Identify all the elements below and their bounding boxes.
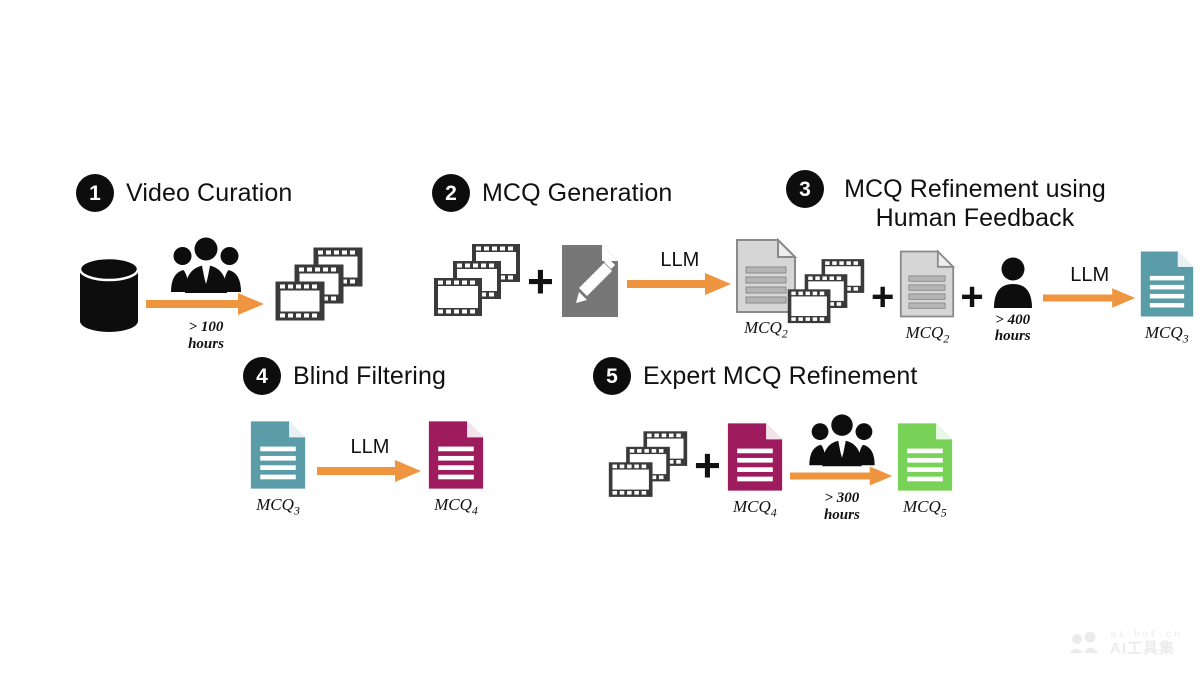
step-2-arrow-block: LLM: [626, 248, 733, 296]
step-2-llm-label: LLM: [660, 248, 700, 271]
step-4-output-sub: 4: [471, 503, 478, 518]
step-5-input-doc-sub: 4: [770, 505, 777, 520]
step-4-input-caption: MCQ3: [256, 495, 300, 518]
document-icon: [428, 421, 484, 489]
step-4-llm-label: LLM: [350, 435, 390, 458]
step-4-input-sub: 3: [293, 503, 300, 518]
step-4: 4 Blind Filtering MCQ3 LLM MCQ4: [243, 357, 485, 518]
step-5-arrow-block: > 300 hours: [789, 413, 894, 523]
step-5-flow: + MCQ4 > 300 hours MCQ5: [607, 413, 954, 529]
step-5-badge: 5: [593, 357, 631, 395]
step-1-badge: 1: [76, 174, 114, 212]
step-1-arrow-icon: [146, 293, 264, 315]
step-2: 2 MCQ Generation + LLM MCQ2: [432, 174, 797, 340]
people-group-icon: [809, 414, 875, 467]
step-3-arrow-block: LLM: [1042, 264, 1137, 309]
step-1-film-wrap: [274, 246, 364, 324]
step-3: 3 MCQ Refinement using Human Feedback + …: [786, 170, 1195, 346]
step-5-plus-1: +: [694, 439, 721, 491]
step-3-arrow-icon: [1042, 288, 1135, 308]
step-1-flow: > 100 hours: [76, 236, 364, 352]
watermark-logo-icon: [1069, 631, 1098, 654]
step-2-header: 2 MCQ Generation: [432, 174, 797, 212]
step-4-output-label: MCQ: [434, 495, 472, 514]
step-3-input-doc-sub: 2: [943, 330, 950, 345]
document-icon: [1140, 250, 1193, 317]
film-strips-icon: [608, 431, 688, 497]
step-5-input-doc-caption: MCQ4: [733, 497, 777, 520]
step-2-output-label: MCQ: [743, 318, 782, 337]
step-2-plus-1: +: [527, 254, 554, 307]
step-3-llm-label: LLM: [1070, 264, 1110, 287]
document-icon: [727, 423, 783, 491]
step-3-header: 3 MCQ Refinement using Human Feedback: [786, 170, 1195, 233]
film-strips-icon: [787, 259, 865, 324]
step-5-output-label: MCQ: [902, 497, 941, 517]
step-5-title: Expert MCQ Refinement: [643, 362, 918, 390]
film-strips-icon: [434, 243, 520, 316]
step-5-output-sub: 5: [940, 505, 947, 520]
step-4-input-wrap: MCQ3: [249, 419, 307, 518]
step-2-arrow-icon: [626, 272, 731, 295]
step-4-arrow-block: LLM: [317, 437, 423, 483]
step-5-film-wrap: [607, 429, 689, 501]
prompt-document-pencil-icon: [561, 244, 618, 317]
step-4-arrow-icon: [317, 459, 421, 482]
step-3-film-wrap: [786, 257, 866, 327]
step-2-badge: 2: [432, 174, 470, 212]
step-3-output-label: MCQ: [1144, 322, 1183, 342]
step-3-input-doc-wrap: MCQ2: [899, 248, 956, 346]
step-3-flow: + MCQ2 + > 400 hours LLM MCQ3: [786, 248, 1195, 346]
watermark-text: ai-bot.cn AI工具集: [1110, 630, 1182, 658]
film-strips-icon: [275, 247, 363, 321]
step-5-input-doc-wrap: MCQ4: [726, 421, 784, 520]
step-4-title: Blind Filtering: [293, 362, 446, 390]
step-2-output-caption: MCQ2: [744, 318, 788, 341]
step-4-header: 4 Blind Filtering: [243, 357, 485, 395]
watermark-domain: ai-bot.cn: [1109, 629, 1182, 641]
watermark: ai-bot.cn AI工具集: [1068, 630, 1182, 658]
step-1-hours-label: > 100 hours: [188, 319, 224, 352]
step-5: 5 Expert MCQ Refinement + MCQ4 > 300 hou…: [593, 357, 954, 529]
step-4-flow: MCQ3 LLM MCQ4: [249, 419, 485, 518]
database-cylinder-wrap: [76, 255, 142, 335]
step-3-plus-2: +: [960, 275, 984, 320]
step-3-output-caption: MCQ3: [1145, 323, 1189, 346]
step-3-title: MCQ Refinement using Human Feedback: [844, 175, 1106, 232]
database-cylinder-icon: [78, 256, 140, 332]
step-3-badge: 3: [786, 170, 824, 208]
step-5-output-wrap: MCQ5: [896, 421, 954, 520]
step-1-header: 1 Video Curation: [76, 174, 364, 212]
step-5-header: 5 Expert MCQ Refinement: [593, 357, 954, 395]
document-icon: [900, 248, 956, 317]
step-1-title: Video Curation: [126, 179, 293, 207]
people-group-icon: [171, 237, 241, 293]
step-1-arrow-block: > 100 hours: [146, 236, 266, 352]
prompt-document-wrap: [559, 243, 621, 319]
person-icon: [993, 257, 1032, 308]
step-4-badge: 4: [243, 357, 281, 395]
step-3-input-doc-label: MCQ: [905, 322, 944, 342]
step-5-input-doc-label: MCQ: [732, 497, 771, 517]
step-3-hours-label: > 400 hours: [994, 311, 1031, 345]
step-3-person-wrap: > 400 hours: [989, 256, 1037, 345]
step-2-flow: + LLM MCQ2: [432, 238, 797, 340]
step-4-output-wrap: MCQ4: [427, 419, 485, 518]
figure-canvas: 1 Video Curation > 100 hours 2 MCQ Gener…: [0, 0, 1200, 675]
step-4-output-caption: MCQ4: [434, 495, 478, 518]
step-3-plus-1: +: [871, 275, 895, 320]
step-1: 1 Video Curation > 100 hours: [76, 174, 364, 352]
step-2-title: MCQ Generation: [482, 179, 673, 207]
step-5-hours-label: > 300 hours: [823, 490, 860, 523]
step-2-film-wrap: [432, 242, 522, 320]
step-3-input-doc-caption: MCQ2: [905, 323, 949, 346]
step-3-output-sub: 3: [1182, 330, 1189, 345]
document-icon: [250, 421, 306, 489]
step-3-output-wrap: MCQ3: [1139, 249, 1195, 346]
watermark-brand: AI工具集: [1109, 639, 1175, 657]
step-4-input-label: MCQ: [256, 495, 294, 514]
step-5-output-caption: MCQ5: [903, 497, 947, 520]
document-icon: [897, 423, 953, 491]
step-5-arrow-icon: [789, 466, 893, 486]
